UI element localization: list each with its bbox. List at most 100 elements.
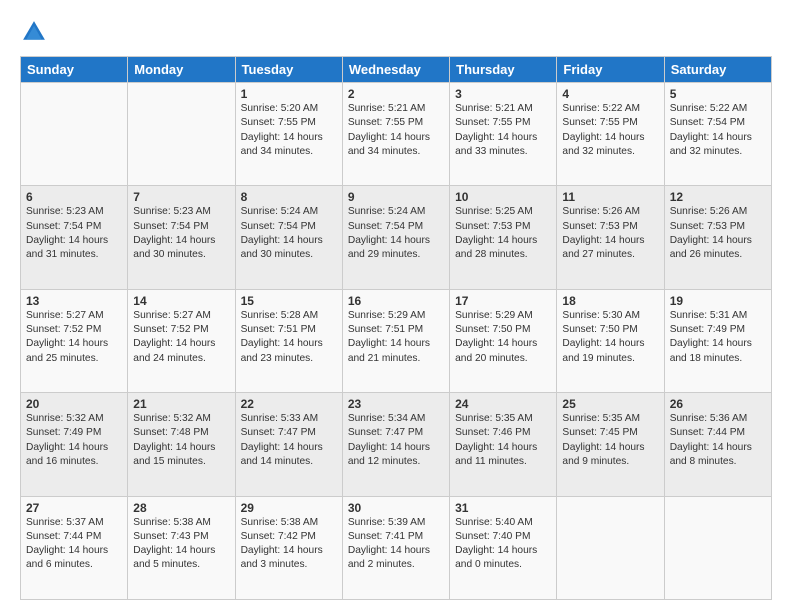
- day-number: 2: [348, 87, 444, 101]
- day-info: Sunrise: 5:27 AM Sunset: 7:52 PM Dayligh…: [133, 309, 229, 366]
- day-info: Sunrise: 5:32 AM Sunset: 7:48 PM Dayligh…: [133, 412, 229, 469]
- calendar-cell: 13Sunrise: 5:27 AM Sunset: 7:52 PM Dayli…: [21, 289, 128, 392]
- logo-icon: [20, 18, 48, 46]
- calendar-cell: 7Sunrise: 5:23 AM Sunset: 7:54 PM Daylig…: [128, 186, 235, 289]
- day-info: Sunrise: 5:29 AM Sunset: 7:51 PM Dayligh…: [348, 309, 444, 366]
- day-number: 27: [26, 501, 122, 515]
- day-number: 22: [241, 397, 337, 411]
- logo: [20, 18, 52, 46]
- day-info: Sunrise: 5:24 AM Sunset: 7:54 PM Dayligh…: [241, 205, 337, 262]
- calendar-cell: [664, 496, 771, 599]
- day-number: 29: [241, 501, 337, 515]
- header: [20, 18, 772, 46]
- calendar-week-2: 6Sunrise: 5:23 AM Sunset: 7:54 PM Daylig…: [21, 186, 772, 289]
- calendar-header-friday: Friday: [557, 57, 664, 83]
- calendar-cell: 14Sunrise: 5:27 AM Sunset: 7:52 PM Dayli…: [128, 289, 235, 392]
- calendar-cell: 6Sunrise: 5:23 AM Sunset: 7:54 PM Daylig…: [21, 186, 128, 289]
- calendar-cell: 30Sunrise: 5:39 AM Sunset: 7:41 PM Dayli…: [342, 496, 449, 599]
- day-info: Sunrise: 5:22 AM Sunset: 7:55 PM Dayligh…: [562, 102, 658, 159]
- day-number: 19: [670, 294, 766, 308]
- day-number: 8: [241, 190, 337, 204]
- day-number: 17: [455, 294, 551, 308]
- day-number: 21: [133, 397, 229, 411]
- calendar-cell: 16Sunrise: 5:29 AM Sunset: 7:51 PM Dayli…: [342, 289, 449, 392]
- day-number: 1: [241, 87, 337, 101]
- day-info: Sunrise: 5:20 AM Sunset: 7:55 PM Dayligh…: [241, 102, 337, 159]
- day-number: 23: [348, 397, 444, 411]
- calendar-cell: 28Sunrise: 5:38 AM Sunset: 7:43 PM Dayli…: [128, 496, 235, 599]
- day-info: Sunrise: 5:33 AM Sunset: 7:47 PM Dayligh…: [241, 412, 337, 469]
- calendar-cell: 27Sunrise: 5:37 AM Sunset: 7:44 PM Dayli…: [21, 496, 128, 599]
- calendar-cell: 25Sunrise: 5:35 AM Sunset: 7:45 PM Dayli…: [557, 393, 664, 496]
- day-info: Sunrise: 5:40 AM Sunset: 7:40 PM Dayligh…: [455, 516, 551, 573]
- day-info: Sunrise: 5:22 AM Sunset: 7:54 PM Dayligh…: [670, 102, 766, 159]
- day-number: 7: [133, 190, 229, 204]
- calendar-header-saturday: Saturday: [664, 57, 771, 83]
- day-info: Sunrise: 5:30 AM Sunset: 7:50 PM Dayligh…: [562, 309, 658, 366]
- day-number: 9: [348, 190, 444, 204]
- day-info: Sunrise: 5:27 AM Sunset: 7:52 PM Dayligh…: [26, 309, 122, 366]
- calendar-cell: 12Sunrise: 5:26 AM Sunset: 7:53 PM Dayli…: [664, 186, 771, 289]
- page: SundayMondayTuesdayWednesdayThursdayFrid…: [0, 0, 792, 612]
- calendar: SundayMondayTuesdayWednesdayThursdayFrid…: [20, 56, 772, 600]
- calendar-week-5: 27Sunrise: 5:37 AM Sunset: 7:44 PM Dayli…: [21, 496, 772, 599]
- day-number: 26: [670, 397, 766, 411]
- calendar-cell: 15Sunrise: 5:28 AM Sunset: 7:51 PM Dayli…: [235, 289, 342, 392]
- calendar-cell: 8Sunrise: 5:24 AM Sunset: 7:54 PM Daylig…: [235, 186, 342, 289]
- calendar-header-wednesday: Wednesday: [342, 57, 449, 83]
- calendar-week-3: 13Sunrise: 5:27 AM Sunset: 7:52 PM Dayli…: [21, 289, 772, 392]
- calendar-cell: 4Sunrise: 5:22 AM Sunset: 7:55 PM Daylig…: [557, 83, 664, 186]
- calendar-cell: 9Sunrise: 5:24 AM Sunset: 7:54 PM Daylig…: [342, 186, 449, 289]
- calendar-cell: [21, 83, 128, 186]
- day-info: Sunrise: 5:38 AM Sunset: 7:43 PM Dayligh…: [133, 516, 229, 573]
- calendar-cell: 31Sunrise: 5:40 AM Sunset: 7:40 PM Dayli…: [450, 496, 557, 599]
- calendar-cell: 19Sunrise: 5:31 AM Sunset: 7:49 PM Dayli…: [664, 289, 771, 392]
- day-number: 3: [455, 87, 551, 101]
- calendar-cell: 21Sunrise: 5:32 AM Sunset: 7:48 PM Dayli…: [128, 393, 235, 496]
- day-info: Sunrise: 5:26 AM Sunset: 7:53 PM Dayligh…: [670, 205, 766, 262]
- calendar-cell: 1Sunrise: 5:20 AM Sunset: 7:55 PM Daylig…: [235, 83, 342, 186]
- calendar-cell: [128, 83, 235, 186]
- day-number: 14: [133, 294, 229, 308]
- calendar-header-tuesday: Tuesday: [235, 57, 342, 83]
- day-number: 28: [133, 501, 229, 515]
- day-info: Sunrise: 5:32 AM Sunset: 7:49 PM Dayligh…: [26, 412, 122, 469]
- day-number: 20: [26, 397, 122, 411]
- calendar-header-thursday: Thursday: [450, 57, 557, 83]
- day-number: 31: [455, 501, 551, 515]
- calendar-week-1: 1Sunrise: 5:20 AM Sunset: 7:55 PM Daylig…: [21, 83, 772, 186]
- day-info: Sunrise: 5:38 AM Sunset: 7:42 PM Dayligh…: [241, 516, 337, 573]
- day-number: 6: [26, 190, 122, 204]
- day-number: 25: [562, 397, 658, 411]
- calendar-week-4: 20Sunrise: 5:32 AM Sunset: 7:49 PM Dayli…: [21, 393, 772, 496]
- day-number: 15: [241, 294, 337, 308]
- day-info: Sunrise: 5:39 AM Sunset: 7:41 PM Dayligh…: [348, 516, 444, 573]
- calendar-cell: [557, 496, 664, 599]
- day-info: Sunrise: 5:25 AM Sunset: 7:53 PM Dayligh…: [455, 205, 551, 262]
- day-number: 24: [455, 397, 551, 411]
- calendar-cell: 24Sunrise: 5:35 AM Sunset: 7:46 PM Dayli…: [450, 393, 557, 496]
- calendar-header-row: SundayMondayTuesdayWednesdayThursdayFrid…: [21, 57, 772, 83]
- calendar-cell: 22Sunrise: 5:33 AM Sunset: 7:47 PM Dayli…: [235, 393, 342, 496]
- day-info: Sunrise: 5:35 AM Sunset: 7:45 PM Dayligh…: [562, 412, 658, 469]
- day-number: 4: [562, 87, 658, 101]
- day-number: 5: [670, 87, 766, 101]
- calendar-cell: 18Sunrise: 5:30 AM Sunset: 7:50 PM Dayli…: [557, 289, 664, 392]
- day-number: 16: [348, 294, 444, 308]
- day-number: 18: [562, 294, 658, 308]
- day-info: Sunrise: 5:26 AM Sunset: 7:53 PM Dayligh…: [562, 205, 658, 262]
- calendar-cell: 5Sunrise: 5:22 AM Sunset: 7:54 PM Daylig…: [664, 83, 771, 186]
- day-number: 30: [348, 501, 444, 515]
- day-number: 12: [670, 190, 766, 204]
- day-info: Sunrise: 5:23 AM Sunset: 7:54 PM Dayligh…: [133, 205, 229, 262]
- calendar-cell: 11Sunrise: 5:26 AM Sunset: 7:53 PM Dayli…: [557, 186, 664, 289]
- day-info: Sunrise: 5:21 AM Sunset: 7:55 PM Dayligh…: [348, 102, 444, 159]
- day-info: Sunrise: 5:21 AM Sunset: 7:55 PM Dayligh…: [455, 102, 551, 159]
- calendar-cell: 17Sunrise: 5:29 AM Sunset: 7:50 PM Dayli…: [450, 289, 557, 392]
- day-info: Sunrise: 5:29 AM Sunset: 7:50 PM Dayligh…: [455, 309, 551, 366]
- calendar-cell: 10Sunrise: 5:25 AM Sunset: 7:53 PM Dayli…: [450, 186, 557, 289]
- day-info: Sunrise: 5:28 AM Sunset: 7:51 PM Dayligh…: [241, 309, 337, 366]
- calendar-cell: 23Sunrise: 5:34 AM Sunset: 7:47 PM Dayli…: [342, 393, 449, 496]
- day-info: Sunrise: 5:31 AM Sunset: 7:49 PM Dayligh…: [670, 309, 766, 366]
- day-info: Sunrise: 5:23 AM Sunset: 7:54 PM Dayligh…: [26, 205, 122, 262]
